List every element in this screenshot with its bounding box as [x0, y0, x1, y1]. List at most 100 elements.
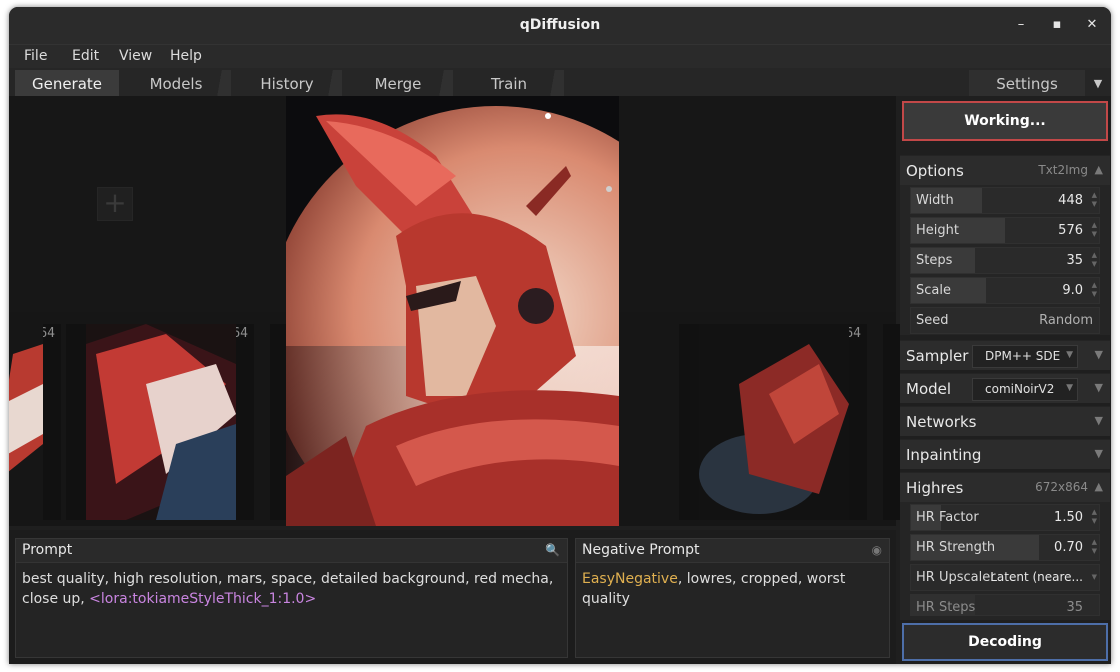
networks-section[interactable]: Networks ▼: [900, 406, 1110, 436]
spinner-icon[interactable]: ▲ ▼: [1092, 221, 1097, 239]
height-label: Height: [916, 223, 959, 238]
tab-settings[interactable]: Settings: [969, 70, 1085, 96]
steps-value: 35: [1066, 253, 1083, 268]
prompt-lora: <lora:tokiameStyleThick_1:1.0>: [89, 591, 317, 607]
highres-header[interactable]: Highres 672x864 ▲: [900, 472, 1110, 502]
hr-factor-label: HR Factor: [916, 510, 979, 525]
negative-prompt-title: Negative Prompt: [582, 542, 700, 558]
model-section: Model comiNoirV2 ▼ ▼: [900, 373, 1110, 403]
expand-icon: ▼: [1094, 414, 1103, 427]
menu-help[interactable]: Help: [170, 48, 202, 64]
prompt-area: Prompt 🔍 best quality, high resolution, …: [9, 530, 896, 664]
gallery-thumbnail[interactable]: 672x864: [66, 324, 254, 520]
menu-view[interactable]: View: [119, 48, 152, 64]
hr-factor-field[interactable]: HR Factor 1.50 ▲ ▼: [910, 504, 1100, 531]
inpainting-section[interactable]: Inpainting ▼: [900, 439, 1110, 469]
hr-strength-value: 0.70: [1054, 540, 1083, 555]
negative-prompt-box[interactable]: Negative Prompt ◉ EasyNegative, lowres, …: [575, 538, 890, 658]
hr-factor-value: 1.50: [1054, 510, 1083, 525]
steps-field[interactable]: Steps 35 ▲ ▼: [910, 247, 1100, 274]
search-icon[interactable]: 🔍: [545, 543, 560, 557]
model-value: comiNoirV2: [985, 382, 1055, 396]
settings-panel: Working... Options Txt2Img ▲ Width 448 ▲…: [900, 96, 1111, 664]
scale-field[interactable]: Scale 9.0 ▲ ▼: [910, 277, 1100, 304]
hr-steps-value: 35: [1066, 600, 1083, 615]
menu-file[interactable]: File: [24, 48, 47, 64]
hr-steps-label: HR Steps: [916, 600, 976, 615]
tab-history[interactable]: History: [232, 70, 342, 96]
prompt-box[interactable]: Prompt 🔍 best quality, high resolution, …: [15, 538, 568, 658]
hr-upscaler-field[interactable]: HR Upscaler Latent (neare... ▼: [910, 564, 1100, 591]
sampler-value: DPM++ SDE: [985, 349, 1061, 363]
model-label: Model: [906, 380, 952, 398]
hr-steps-field[interactable]: HR Steps 35: [910, 594, 1100, 616]
tab-bar: Generate Models History Merge Train Sett…: [9, 68, 1111, 96]
image-viewer: + 672x864 672x864: [9, 96, 903, 526]
maximize-button[interactable]: ▪: [1047, 15, 1067, 35]
width-label: Width: [916, 193, 954, 208]
scale-label: Scale: [916, 283, 951, 298]
eye-icon[interactable]: ◉: [872, 543, 882, 557]
close-button[interactable]: ✕: [1082, 15, 1102, 35]
chevron-down-icon: ▼: [1066, 350, 1073, 360]
seed-label: Seed: [916, 313, 949, 328]
height-field[interactable]: Height 576 ▲ ▼: [910, 217, 1100, 244]
sampler-select[interactable]: DPM++ SDE ▼: [972, 345, 1078, 368]
options-mode: Txt2Img: [1038, 163, 1088, 177]
expand-icon[interactable]: ▼: [1095, 381, 1103, 394]
steps-label: Steps: [916, 253, 953, 268]
tab-train[interactable]: Train: [454, 70, 564, 96]
hr-upscaler-label: HR Upscaler: [916, 570, 996, 585]
expand-icon[interactable]: ▼: [1095, 348, 1103, 361]
spinner-icon[interactable]: ▲ ▼: [1092, 281, 1097, 299]
negative-prompt-embedding: EasyNegative: [582, 571, 678, 587]
prompt-header: Prompt 🔍: [16, 539, 567, 563]
width-field[interactable]: Width 448 ▲ ▼: [910, 187, 1100, 214]
negative-prompt-input[interactable]: EasyNegative, lowres, cropped, worst qua…: [576, 563, 889, 615]
seed-field[interactable]: Seed Random: [910, 307, 1100, 334]
scale-value: 9.0: [1062, 283, 1083, 298]
title-bar[interactable]: qDiffusion – ▪ ✕: [9, 7, 1111, 44]
prompt-input[interactable]: best quality, high resolution, mars, spa…: [16, 563, 567, 615]
highres-size: 672x864: [1035, 480, 1088, 494]
gallery-thumbnail[interactable]: 672x864: [9, 324, 61, 520]
chevron-down-icon: ▼: [1091, 573, 1097, 581]
tabs-dropdown-icon[interactable]: ▼: [1085, 70, 1111, 96]
thumbnail-image: [9, 324, 43, 520]
working-button[interactable]: Working...: [902, 101, 1108, 141]
inpainting-label: Inpainting: [906, 446, 982, 464]
hr-strength-field[interactable]: HR Strength 0.70 ▲ ▼: [910, 534, 1100, 561]
seed-value: Random: [1039, 313, 1093, 328]
expand-icon: ▼: [1094, 447, 1103, 460]
sampler-section: Sampler DPM++ SDE ▼ ▼: [900, 340, 1110, 370]
spinner-icon[interactable]: ▲ ▼: [1092, 508, 1097, 526]
spinner-icon[interactable]: ▲ ▼: [1092, 538, 1097, 556]
add-icon[interactable]: +: [97, 187, 133, 221]
height-value: 576: [1058, 223, 1083, 238]
gallery-thumbnail[interactable]: 672x864: [679, 324, 867, 520]
negative-prompt-header: Negative Prompt ◉: [576, 539, 889, 563]
spinner-icon[interactable]: ▲ ▼: [1092, 251, 1097, 269]
chevron-down-icon: ▼: [1066, 383, 1073, 393]
hr-strength-label: HR Strength: [916, 540, 996, 555]
window-title: qDiffusion: [519, 17, 601, 33]
thumbnail-image: [86, 324, 236, 520]
options-header[interactable]: Options Txt2Img ▲: [900, 155, 1110, 185]
tab-models[interactable]: Models: [121, 70, 231, 96]
decoding-button[interactable]: Decoding: [902, 623, 1108, 661]
prompt-title: Prompt: [22, 542, 73, 558]
main-preview-image[interactable]: [286, 96, 619, 526]
tab-generate[interactable]: Generate: [15, 70, 119, 96]
hr-upscaler-value: Latent (neare...: [990, 570, 1083, 584]
model-select[interactable]: comiNoirV2 ▼: [972, 378, 1078, 401]
collapse-icon: ▲: [1094, 480, 1103, 493]
minimize-button[interactable]: –: [1011, 15, 1031, 35]
spinner-icon[interactable]: ▲ ▼: [1092, 191, 1097, 209]
tab-merge[interactable]: Merge: [343, 70, 453, 96]
networks-label: Networks: [906, 413, 977, 431]
sampler-label: Sampler: [906, 347, 969, 365]
menu-edit[interactable]: Edit: [72, 48, 99, 64]
highres-title: Highres: [906, 479, 964, 497]
thumbnail-image: [699, 324, 849, 520]
menu-bar: File Edit View Help: [9, 44, 1111, 68]
